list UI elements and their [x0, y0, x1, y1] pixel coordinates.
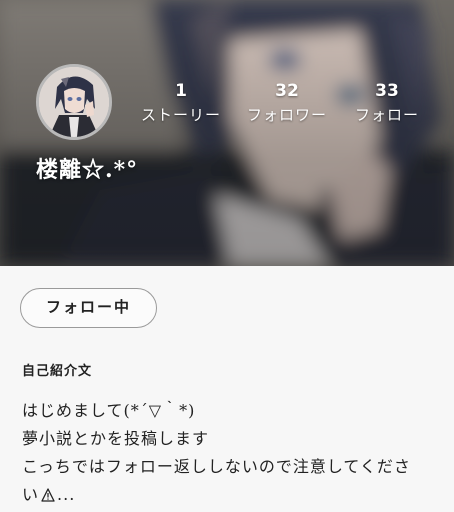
- following-label: フォロー: [354, 106, 419, 124]
- avatar[interactable]: [36, 64, 112, 140]
- bio-heading: 自己紹介文: [22, 364, 93, 379]
- stories-count: 1: [175, 81, 187, 101]
- stat-following[interactable]: 33 フォロー: [332, 80, 442, 126]
- bio-line: 夢小説とかを投稿します: [22, 429, 210, 448]
- following-button[interactable]: フォロー中: [20, 288, 157, 328]
- bio-line: こっちではフォロー返ししないので注意してくださ: [22, 457, 411, 476]
- bio-line: い ...: [22, 481, 442, 509]
- profile-header: 1 ストーリー 32 フォロワー 33 フォロー 楼離☆.*°: [0, 0, 454, 266]
- username: 楼離☆.*°: [36, 157, 139, 183]
- bio-text: はじめまして(*´▽｀*) 夢小説とかを投稿します こっちではフォロー返ししない…: [22, 397, 442, 509]
- followers-count: 32: [275, 81, 299, 101]
- stat-stories[interactable]: 1 ストーリー: [126, 80, 236, 126]
- followers-label: フォロワー: [246, 106, 327, 124]
- stat-followers[interactable]: 32 フォロワー: [232, 80, 342, 126]
- bio-line: はじめまして(*´▽｀*): [22, 401, 196, 420]
- avatar-image: [39, 67, 109, 137]
- bio-line-text: い: [22, 485, 40, 504]
- following-count: 33: [375, 81, 399, 101]
- warning-icon: [41, 488, 55, 502]
- stories-label: ストーリー: [140, 106, 221, 124]
- bio-ellipsis: ...: [57, 485, 76, 504]
